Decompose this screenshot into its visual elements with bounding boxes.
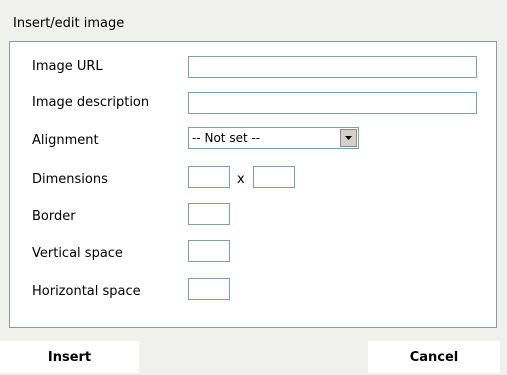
alignment-selected-value: -- Not set -- — [192, 131, 261, 145]
border-input[interactable] — [188, 203, 230, 225]
cancel-button[interactable]: Cancel — [368, 341, 500, 373]
dimensions-separator: x — [237, 172, 245, 187]
chevron-down-icon[interactable] — [340, 129, 357, 147]
insert-button[interactable]: Insert — [0, 341, 139, 373]
image-description-label: Image description — [32, 95, 150, 110]
vertical-space-label: Vertical space — [32, 246, 123, 261]
alignment-select[interactable]: -- Not set -- — [188, 127, 359, 149]
horizontal-space-label: Horizontal space — [32, 284, 141, 299]
image-description-input[interactable] — [188, 92, 477, 114]
general-panel: Image URL Image description Alignment --… — [9, 41, 497, 328]
alignment-label: Alignment — [32, 133, 99, 148]
horizontal-space-input[interactable] — [188, 278, 230, 300]
image-url-label: Image URL — [32, 59, 103, 74]
image-url-input[interactable] — [188, 56, 477, 78]
border-label: Border — [32, 209, 76, 224]
dimensions-width-input[interactable] — [188, 166, 230, 188]
dimensions-label: Dimensions — [32, 172, 108, 187]
dimensions-height-input[interactable] — [253, 166, 295, 188]
dialog-title: Insert/edit image — [13, 16, 125, 31]
vertical-space-input[interactable] — [188, 240, 230, 262]
